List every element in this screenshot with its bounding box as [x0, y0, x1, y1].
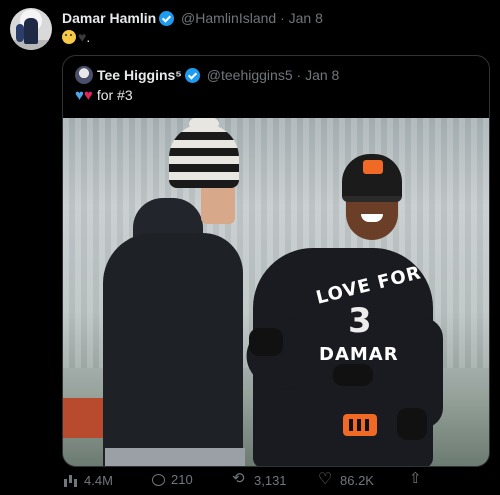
retweet-icon [232, 469, 248, 488]
heart-icon [318, 469, 334, 489]
verified-badge-icon [184, 68, 200, 83]
glove [397, 408, 427, 440]
retweet-count: 3,131 [254, 472, 287, 488]
avatar-figure [24, 18, 38, 44]
separator: · [280, 10, 285, 26]
glove [333, 364, 373, 386]
glove [249, 328, 283, 356]
shirt-number: 3 [348, 301, 372, 341]
tweet-date[interactable]: Jan 8 [289, 10, 323, 26]
tweet[interactable]: Damar Hamlin @HamlinIsland · Jan 8 ♥. Te… [0, 0, 500, 495]
quoted-avatar[interactable] [75, 66, 93, 84]
person-left-beanie [169, 124, 239, 188]
views-count: 4.4M [84, 472, 113, 488]
views-button[interactable]: 4.4M [62, 472, 113, 488]
author-avatar[interactable] [10, 8, 52, 50]
retweet-button[interactable]: 3,131 [232, 469, 287, 488]
quoted-date: Jan 8 [305, 67, 340, 83]
share-button[interactable] [408, 469, 424, 488]
like-button[interactable]: 86.2K [318, 469, 374, 489]
tweet-header: Damar Hamlin @HamlinIsland · Jan 8 [62, 10, 323, 26]
tweet-text-tail: . [86, 29, 91, 45]
like-count: 86.2K [340, 472, 374, 488]
reply-button[interactable]: 210 [152, 472, 193, 487]
bengals-logo-icon [363, 160, 383, 174]
quoted-tweet[interactable]: Tee Higgins⁵ @teehiggins5 · Jan 8 ♥♥ for … [62, 55, 490, 467]
quoted-handle: @teehiggins5 [206, 67, 293, 83]
share-icon [408, 469, 424, 488]
views-chart-icon [62, 472, 78, 488]
person-left-neck [201, 184, 235, 224]
quoted-text: ♥♥ for #3 [75, 87, 133, 104]
red-heart-icon: ♥ [83, 87, 93, 104]
person-left-body [103, 233, 243, 466]
verified-badge-icon [159, 11, 175, 26]
author-name[interactable]: Damar Hamlin [62, 10, 156, 26]
reply-count: 210 [171, 472, 193, 487]
tweet-actions: 4.4M 210 3,131 86.2K [62, 469, 490, 492]
quoted-author-name: Tee Higgins⁵ [97, 67, 182, 83]
tweet-text: ♥. [62, 29, 90, 45]
avatar-figure [16, 24, 24, 42]
shirt-text-line2: DAMAR [319, 344, 399, 365]
quoted-text-body: for #3 [96, 87, 133, 103]
blue-heart-icon: ♥ [75, 87, 84, 104]
separator: · [296, 67, 302, 83]
author-handle[interactable]: @HamlinIsland [181, 10, 276, 26]
beanie-pompom [189, 118, 219, 130]
bengals-shirt-logo-icon [343, 414, 377, 436]
reply-icon [152, 473, 165, 486]
quoted-header: Tee Higgins⁵ @teehiggins5 · Jan 8 [75, 66, 339, 84]
quoted-photo[interactable]: LOVE FOR 3 DAMAR [63, 118, 489, 466]
person-left-pants [105, 448, 245, 466]
salute-emoji-icon [62, 30, 76, 44]
